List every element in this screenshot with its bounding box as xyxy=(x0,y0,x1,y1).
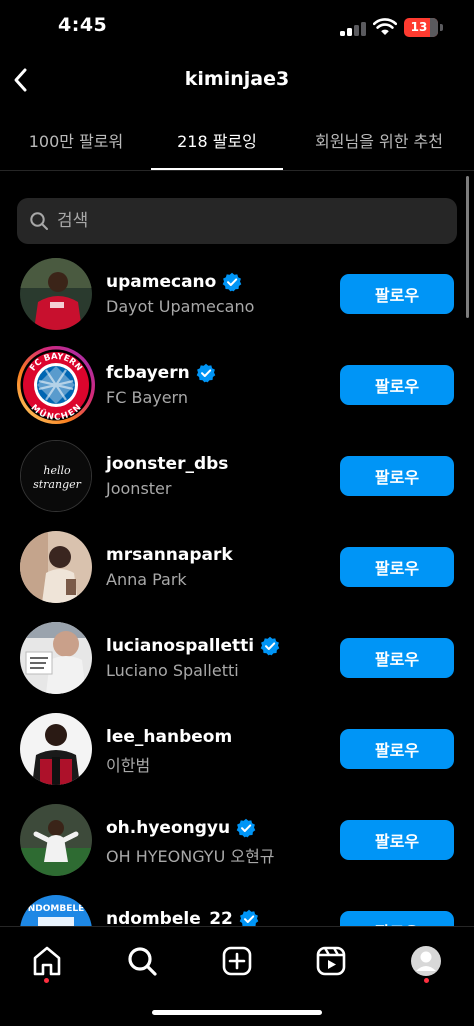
verified-badge-icon xyxy=(239,909,259,926)
following-list: upamecano Dayot Upamecano 팔로우 FC BAYERN … xyxy=(0,254,474,926)
battery-icon: 13 xyxy=(404,18,438,37)
divider xyxy=(0,170,474,171)
battery-cap xyxy=(440,24,443,31)
nav-create[interactable] xyxy=(219,943,255,979)
username[interactable]: fcbayern xyxy=(106,363,190,383)
neon-text-line2: stranger xyxy=(33,478,82,491)
status-bar: 4:45 13 xyxy=(0,0,474,56)
username[interactable]: oh.hyeongyu xyxy=(106,818,230,838)
tab-followers[interactable]: 100만 팔로워 xyxy=(8,118,144,168)
tab-bar: 100만 팔로워 218 팔로잉 회원님을 위한 추천 xyxy=(0,118,474,170)
notification-dot xyxy=(44,978,49,983)
full-name: OH HYEONGYU 오현규 xyxy=(106,847,275,866)
avatar[interactable] xyxy=(20,622,92,694)
avatar-story-ring[interactable]: FC BAYERN MÜNCHEN xyxy=(16,345,96,425)
list-item[interactable]: lee_hanbeom 이한범 팔로우 xyxy=(0,709,474,800)
header: kiminjae3 xyxy=(0,56,474,106)
verified-badge-icon xyxy=(223,272,242,292)
search-icon xyxy=(30,212,48,230)
list-item[interactable]: FC BAYERN MÜNCHEN fcbayern FC Bayern 팔로우 xyxy=(0,345,474,436)
verified-badge-icon xyxy=(196,363,216,383)
list-item[interactable]: mrsannapark Anna Park 팔로우 xyxy=(0,527,474,618)
verified-badge-icon xyxy=(236,818,256,838)
username[interactable]: ndombele_22 xyxy=(106,909,233,926)
full-name: 이한범 xyxy=(106,756,151,775)
follow-button[interactable]: 팔로우 xyxy=(340,456,454,496)
follow-button[interactable]: 팔로우 xyxy=(340,820,454,860)
search-bar[interactable] xyxy=(17,198,457,244)
notification-dot xyxy=(424,978,429,983)
home-indicator xyxy=(152,1010,322,1015)
list-item[interactable]: oh.hyeongyu OH HYEONGYU 오현규 팔로우 xyxy=(0,800,474,891)
tab-following[interactable]: 218 팔로잉 xyxy=(151,118,283,168)
username[interactable]: upamecano xyxy=(106,272,216,292)
full-name: Anna Park xyxy=(106,570,187,589)
create-icon xyxy=(222,946,252,976)
page-title: kiminjae3 xyxy=(184,68,290,90)
full-name: FC Bayern xyxy=(106,388,188,407)
status-time: 4:45 xyxy=(58,14,108,36)
avatar[interactable] xyxy=(20,531,92,603)
full-name: Luciano Spalletti xyxy=(106,661,239,680)
username[interactable]: mrsannapark xyxy=(106,545,233,565)
neon-text-line1: hello xyxy=(43,464,71,477)
search-icon xyxy=(128,947,157,976)
avatar[interactable] xyxy=(20,804,92,876)
follow-button[interactable]: 팔로우 xyxy=(340,638,454,678)
avatar[interactable]: NDOMBELE xyxy=(20,895,92,926)
username[interactable]: lucianospalletti xyxy=(106,636,254,656)
tab-suggested[interactable]: 회원님을 위한 추천 xyxy=(296,118,462,168)
avatar[interactable] xyxy=(20,258,92,330)
follow-button[interactable]: 팔로우 xyxy=(340,547,454,587)
jersey-text: NDOMBELE xyxy=(28,904,85,914)
follow-button[interactable]: 팔로우 xyxy=(340,729,454,769)
wifi-icon xyxy=(372,17,398,37)
list-item[interactable]: lucianospalletti Luciano Spalletti 팔로우 xyxy=(0,618,474,709)
avatar[interactable]: hello stranger xyxy=(20,440,92,512)
follow-button[interactable]: 팔로우 xyxy=(340,274,454,314)
list-item[interactable]: hello stranger joonster_dbs Joonster 팔로우 xyxy=(0,436,474,527)
avatar[interactable] xyxy=(20,713,92,785)
nav-home[interactable] xyxy=(29,943,65,979)
profile-avatar xyxy=(411,946,441,976)
search-input[interactable] xyxy=(57,198,437,244)
signal-icon xyxy=(340,20,366,36)
follow-button[interactable]: 팔로우 xyxy=(340,365,454,405)
username[interactable]: joonster_dbs xyxy=(106,454,228,474)
nav-profile[interactable] xyxy=(408,943,444,979)
username[interactable]: lee_hanbeom xyxy=(106,727,232,747)
home-icon xyxy=(33,946,61,976)
nav-reels[interactable] xyxy=(313,943,349,979)
list-item[interactable]: NDOMBELE ndombele_22 팔로우 xyxy=(0,891,474,926)
full-name: Dayot Upamecano xyxy=(106,297,255,316)
verified-badge-icon xyxy=(260,636,280,656)
nav-search[interactable] xyxy=(124,943,160,979)
battery-level: 13 xyxy=(410,20,428,34)
reels-icon xyxy=(316,946,346,976)
full-name: Joonster xyxy=(106,479,172,498)
list-item[interactable]: upamecano Dayot Upamecano 팔로우 xyxy=(0,254,474,345)
follow-button[interactable]: 팔로우 xyxy=(340,911,454,926)
